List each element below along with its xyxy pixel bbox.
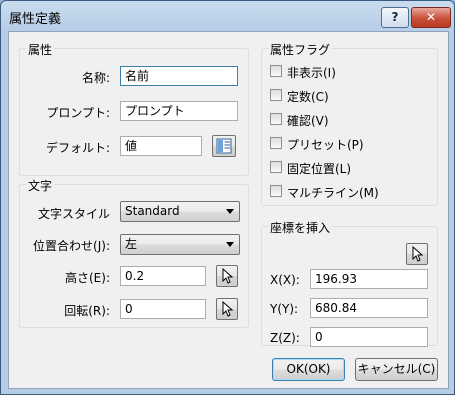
- x-label: X(X):: [270, 273, 300, 287]
- title-bar[interactable]: 属性定義 ? ✕: [1, 1, 454, 31]
- pick-rotation-button[interactable]: [216, 298, 238, 320]
- name-input[interactable]: 名前: [120, 66, 238, 86]
- dialog-window: 属性定義 ? ✕ 属性 名称: 名前 プロンプト: プロンプト デフォルト: 値: [0, 0, 455, 395]
- y-input[interactable]: 680.84: [310, 298, 428, 318]
- justify-select[interactable]: 左: [120, 234, 240, 255]
- x-input[interactable]: 196.93: [310, 269, 428, 289]
- help-button[interactable]: ?: [381, 7, 409, 28]
- chevron-down-icon: [226, 209, 234, 214]
- checkbox-label: プリセット(P): [287, 138, 364, 152]
- checkbox-label: 定数(C): [287, 90, 329, 104]
- checkbox-label: 固定位置(L): [287, 162, 352, 176]
- z-input[interactable]: 0: [310, 327, 428, 347]
- insert-point-group-label: 座標を挿入: [268, 219, 333, 236]
- pick-insert-point-button[interactable]: [406, 243, 428, 265]
- attribute-group-label: 属性: [26, 41, 55, 58]
- cursor-pick-icon: [222, 268, 234, 284]
- insert-point-group: 座標を挿入 X(X): 196.93 Y(Y): 680.84 Z(Z): 0: [261, 219, 438, 347]
- height-input[interactable]: 0.2: [120, 266, 206, 286]
- prompt-input[interactable]: プロンプト: [120, 101, 238, 121]
- justify-label: 位置合わせ(J):: [33, 239, 110, 253]
- pick-height-button[interactable]: [216, 265, 238, 287]
- close-button[interactable]: ✕: [411, 7, 451, 28]
- attribute-group: 属性 名称: 名前 プロンプト: プロンプト デフォルト: 値: [19, 41, 249, 176]
- cursor-pick-icon: [412, 246, 424, 262]
- justify-value: 左: [125, 237, 138, 251]
- checkbox-box[interactable]: [270, 89, 282, 101]
- text-style-label: 文字スタイル: [37, 207, 110, 221]
- text-group: 文字 文字スタイル Standard 位置合わせ(J): 左 高さ(E): 0.…: [19, 177, 249, 328]
- checkbox-label: 非表示(I): [287, 66, 336, 80]
- window-title: 属性定義: [9, 12, 62, 27]
- default-input[interactable]: 値: [120, 136, 202, 156]
- ok-button[interactable]: OK(OK): [272, 358, 345, 381]
- rotation-input[interactable]: 0: [120, 299, 206, 319]
- text-style-value: Standard: [125, 204, 180, 218]
- cancel-button[interactable]: キャンセル(C): [355, 358, 438, 381]
- height-label: 高さ(E):: [65, 271, 110, 285]
- checkbox-box[interactable]: [270, 65, 282, 77]
- checkbox-label: マルチライン(M): [287, 186, 379, 200]
- rotation-label: 回転(R):: [64, 304, 110, 318]
- checkbox-box[interactable]: [270, 113, 282, 125]
- cursor-pick-icon: [222, 301, 234, 317]
- field-insert-icon: [216, 138, 232, 154]
- flags-group: 属性フラグ 非表示(I) 定数(C) 確認(V) プリセット(P) 固定位置(L…: [261, 41, 438, 206]
- checkbox-box[interactable]: [270, 137, 282, 149]
- flags-group-label: 属性フラグ: [268, 41, 333, 58]
- insert-field-button[interactable]: [212, 135, 236, 157]
- text-group-label: 文字: [26, 177, 55, 194]
- checkbox-box[interactable]: [270, 161, 282, 173]
- checkbox-box[interactable]: [270, 185, 282, 197]
- z-label: Z(Z):: [270, 331, 300, 345]
- text-style-select[interactable]: Standard: [120, 201, 240, 222]
- checkbox-label: 確認(V): [287, 114, 329, 128]
- prompt-label: プロンプト:: [46, 106, 110, 120]
- dialog-body: 属性 名称: 名前 プロンプト: プロンプト デフォルト: 値 文字 文字スタイ…: [8, 31, 449, 389]
- default-label: デフォルト:: [45, 141, 110, 155]
- name-label: 名称:: [81, 71, 110, 85]
- chevron-down-icon: [226, 242, 234, 247]
- y-label: Y(Y):: [270, 302, 299, 316]
